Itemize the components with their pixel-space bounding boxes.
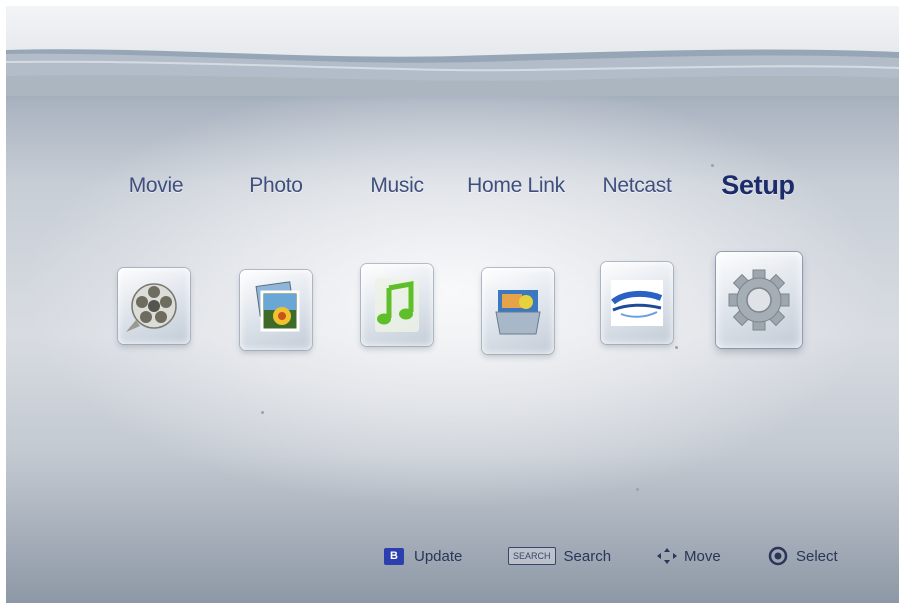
search-label: Search — [563, 547, 612, 565]
menu-label-photo[interactable]: Photo — [249, 174, 303, 198]
menu-label-movie[interactable]: Movie — [129, 174, 184, 198]
netcast-icon — [611, 280, 663, 326]
move-hint: Move — [656, 544, 721, 568]
update-label: Update — [414, 547, 463, 565]
wave-decoration — [6, 6, 899, 96]
select-hint: Select — [768, 544, 838, 568]
hint-bar: B Update SEARCH Search Move Select — [6, 544, 899, 574]
main-menu: Movie Photo Music Home Link Netcast Setu… — [6, 170, 899, 214]
menu-label-home-link[interactable]: Home Link — [467, 174, 565, 198]
decor-dot — [675, 346, 678, 349]
decor-dot — [261, 411, 264, 414]
netcast-tile[interactable] — [601, 262, 673, 344]
home-link-folder-icon — [495, 290, 541, 335]
decor-dot — [711, 164, 714, 167]
home-screen: Movie Photo Music Home Link Netcast Setu… — [6, 6, 899, 603]
photo-icon — [255, 281, 300, 332]
menu-label-netcast[interactable]: Netcast — [602, 174, 671, 198]
search-key: SEARCH — [508, 547, 556, 565]
gear-icon — [728, 269, 790, 331]
move-arrows-icon — [657, 548, 677, 564]
select-label: Select — [796, 547, 838, 565]
select-circle-icon — [768, 546, 788, 566]
menu-label-music[interactable]: Music — [370, 174, 424, 198]
movie-tile[interactable] — [118, 268, 190, 344]
music-tile[interactable] — [361, 264, 433, 346]
music-note-icon — [375, 278, 419, 332]
menu-label-setup[interactable]: Setup — [721, 170, 795, 201]
photo-tile[interactable] — [240, 270, 312, 350]
setup-tile[interactable] — [716, 252, 802, 348]
home-link-tile[interactable] — [482, 268, 554, 354]
film-reel-icon — [126, 283, 177, 332]
move-label: Move — [684, 547, 721, 565]
search-hint[interactable]: SEARCH Search — [508, 544, 611, 568]
decor-dot — [636, 488, 639, 491]
update-hint[interactable]: B Update — [384, 544, 462, 568]
blue-b-key: B — [384, 547, 404, 565]
